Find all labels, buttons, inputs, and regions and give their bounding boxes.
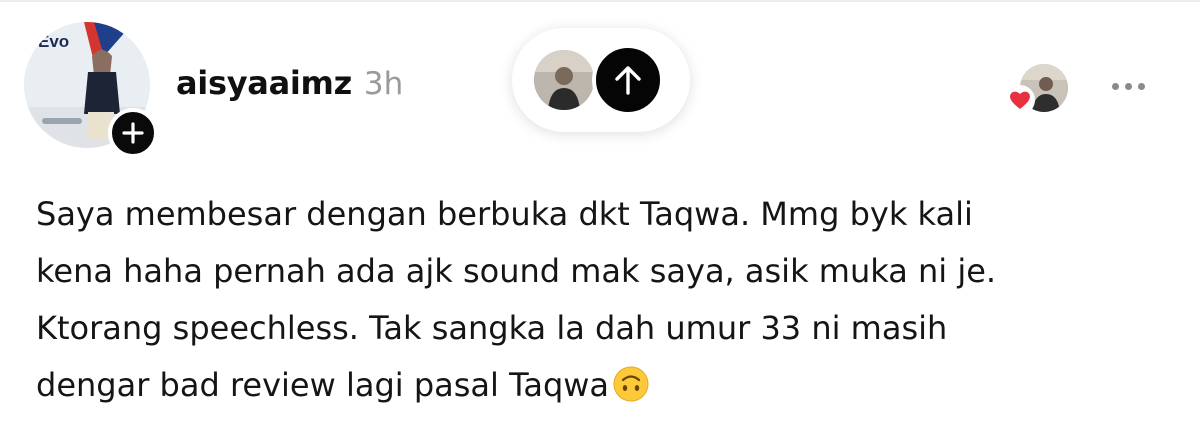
author-username[interactable]: aisyaaimz	[176, 64, 352, 102]
author-line: aisyaaimz 3h	[176, 64, 403, 102]
new-posts-pill[interactable]	[512, 28, 690, 132]
top-divider	[0, 0, 1200, 2]
more-dots-icon	[1137, 82, 1145, 90]
follow-button[interactable]	[108, 108, 158, 158]
post-text-line: Ktorang speechless. Tak sangka la dah um…	[36, 309, 948, 347]
more-dots-icon	[1111, 82, 1119, 90]
post-text-line-last: dengar bad review lagi pasal Taqwa	[36, 357, 1186, 414]
post-text-line: Saya membesar dengan berbuka dkt Taqwa. …	[36, 195, 973, 233]
arrow-up-icon	[615, 66, 641, 95]
plus-icon	[122, 122, 144, 144]
pill-avatar	[534, 50, 594, 110]
liked-by-indicator[interactable]	[1002, 62, 1072, 122]
scroll-to-top-button[interactable]	[592, 44, 664, 116]
upside-down-face-emoji	[613, 366, 649, 402]
more-dots-icon	[1124, 82, 1132, 90]
more-options-button[interactable]	[1104, 72, 1152, 100]
heart-icon	[1005, 85, 1035, 115]
avatar-logo-text: Evo	[38, 32, 70, 51]
post-text: Saya membesar dengan berbuka dkt Taqwa. …	[36, 186, 1186, 414]
post-timestamp: 3h	[363, 66, 404, 102]
post-text-line: dengar bad review lagi pasal Taqwa	[36, 366, 610, 404]
post-text-line: kena haha pernah ada ajk sound mak saya,…	[36, 252, 997, 290]
author-avatar-group[interactable]: Evo	[24, 22, 158, 158]
